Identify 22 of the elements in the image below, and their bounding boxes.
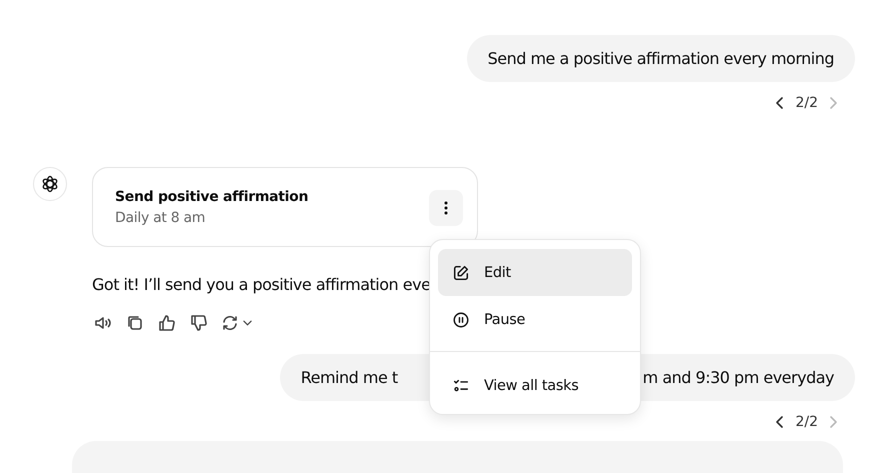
message-text: m and 9:30 pm everyday	[642, 368, 834, 387]
task-schedule: Daily at 8 am	[115, 210, 206, 226]
message-text: Send me a positive affirmation every morning	[488, 49, 834, 68]
copy-icon	[125, 313, 145, 333]
menu-item[interactable]: View all tasks	[438, 362, 632, 409]
thumbs-down-button[interactable]	[188, 312, 210, 334]
thumbs-down-icon	[189, 313, 209, 333]
caret-down-icon	[243, 320, 252, 326]
task-title: Send positive affirmation	[115, 188, 308, 204]
page-counter: 2/2	[795, 95, 818, 111]
chevron-left-icon[interactable]	[775, 95, 786, 111]
edit-icon	[452, 264, 470, 282]
more-vertical-icon	[444, 200, 448, 216]
reply-text: Got it! I’ll send you a positive affirmation eve	[92, 275, 430, 294]
page-counter: 2/2	[795, 414, 818, 430]
chevron-left-icon[interactable]	[775, 414, 786, 430]
menu-item[interactable]: Edit	[438, 249, 632, 296]
message-text: Remind me t	[300, 368, 398, 387]
thumbs-up-button[interactable]	[156, 312, 178, 334]
pause-icon	[452, 310, 470, 328]
thumbs-up-icon	[157, 313, 177, 333]
menu-item[interactable]: Pause	[438, 296, 632, 343]
